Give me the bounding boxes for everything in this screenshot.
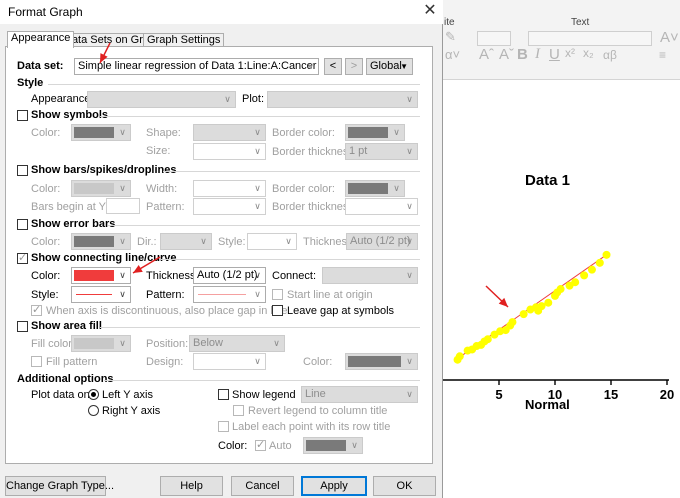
arrow-to-line-color-head [133, 264, 143, 273]
annotation-overlay [99, 42, 509, 308]
tab-appearance[interactable]: Appearance [7, 31, 75, 48]
